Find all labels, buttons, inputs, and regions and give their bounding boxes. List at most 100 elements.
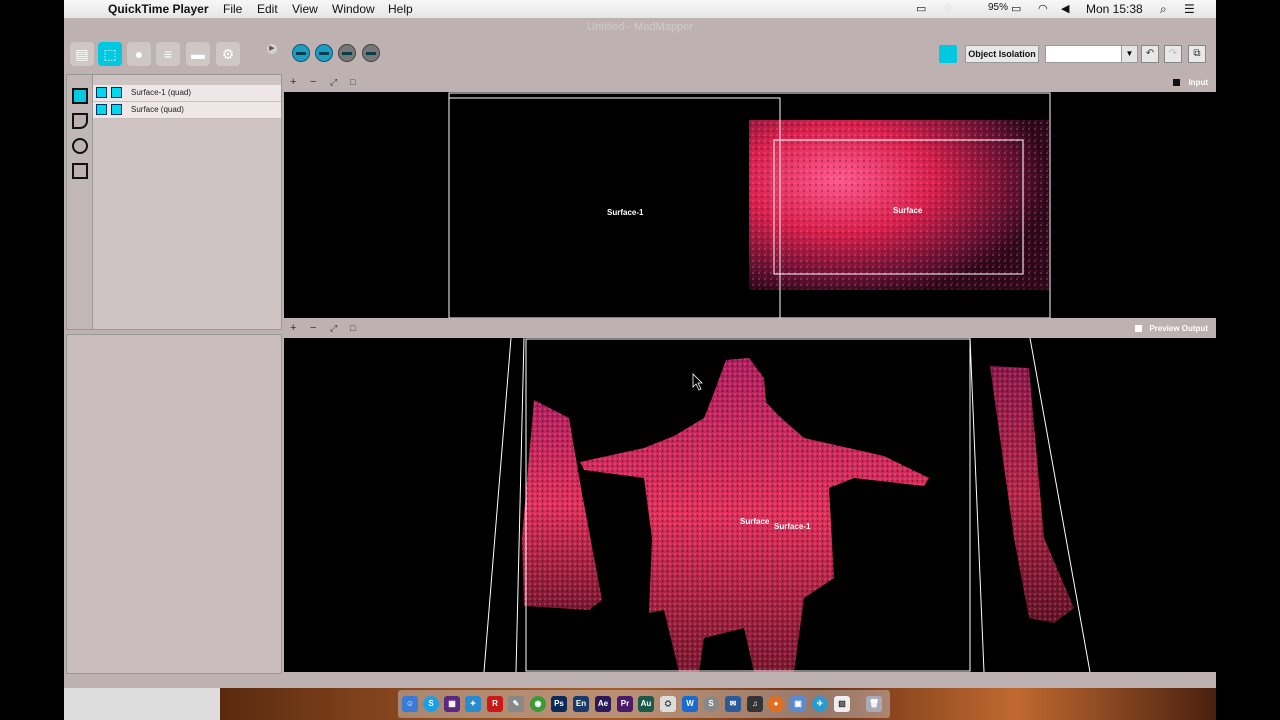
surface-output-right-inner-edge[interactable]: [969, 338, 985, 672]
clock[interactable]: Mon 15:38: [1086, 2, 1143, 16]
preview-indicator-icon: [1135, 325, 1142, 332]
chevron-down-icon[interactable]: ▼: [1121, 45, 1138, 63]
firefox-icon[interactable]: ●: [768, 696, 784, 712]
premiere-icon[interactable]: Pr: [617, 696, 633, 712]
zoom-out-button[interactable]: −: [310, 322, 316, 334]
media-tab-icon[interactable]: ▤: [70, 42, 94, 66]
menu-bar: QuickTime Player File Edit View Window H…: [64, 0, 1216, 19]
fullscreen-button[interactable]: □: [350, 77, 355, 87]
chrome-icon[interactable]: ◉: [530, 696, 546, 712]
isolation-toggle-icon[interactable]: [939, 45, 957, 63]
surface-input-label: Surface: [893, 206, 923, 215]
layer-label: Surface (quad): [131, 105, 184, 114]
menu-view[interactable]: View: [292, 2, 318, 16]
airplay-icon[interactable]: ▭: [916, 2, 926, 15]
input-label: Input: [1188, 78, 1208, 87]
settings-tab-icon[interactable]: ⚙: [216, 42, 240, 66]
left-projection-grain: [522, 400, 602, 610]
app-icon[interactable]: ⛭: [660, 696, 676, 712]
screen-left-margin: [0, 0, 64, 720]
right-projection-grain: [990, 366, 1074, 623]
zoom-in-button[interactable]: +: [290, 322, 296, 334]
spotlight-icon[interactable]: ⌕: [1160, 2, 1167, 17]
window-bottom-edge: [64, 688, 220, 720]
volume-icon[interactable]: ◀: [1061, 2, 1069, 15]
app-icon[interactable]: ✎: [508, 696, 524, 712]
figure-projection-grain: [580, 358, 929, 672]
sync-icon[interactable]: ◌: [944, 2, 951, 14]
mouse-cursor-icon: [692, 373, 703, 391]
align-top-button[interactable]: [292, 44, 310, 62]
list-item[interactable]: Surface-1 (quad): [93, 85, 281, 102]
output-panel-header: + − ⤢ □ Preview Output: [284, 320, 1216, 339]
zoom-in-button[interactable]: +: [290, 76, 296, 88]
word-icon[interactable]: W: [682, 696, 698, 712]
encore-icon[interactable]: En: [573, 696, 589, 712]
acrobat-icon[interactable]: R: [487, 696, 503, 712]
layer-list: Surface-1 (quad) Surface (quad): [92, 74, 282, 330]
app-icon[interactable]: ✦: [465, 696, 481, 712]
surface-output-left-inner-edge[interactable]: [515, 338, 525, 672]
trash-icon[interactable]: 🗑: [866, 696, 882, 712]
app-icon[interactable]: ✉: [725, 696, 741, 712]
battery-icon[interactable]: ▭: [1011, 2, 1021, 15]
app-icon[interactable]: ▣: [790, 696, 806, 712]
output-canvas: [483, 338, 1091, 672]
app-icon[interactable]: ♫: [747, 696, 763, 712]
input-media-grain: [749, 120, 1049, 290]
app-window: Untitled - MadMapper ▤ ⬚ ● ≡ ▬ ⚙ ▶ Objec…: [64, 18, 1216, 688]
audition-icon[interactable]: Au: [638, 696, 654, 712]
surfaces-tab-icon[interactable]: ⬚: [98, 42, 122, 66]
add-triangle-icon[interactable]: [72, 113, 88, 129]
output-view[interactable]: Surface Surface-1: [284, 338, 1216, 672]
rotate-button[interactable]: [362, 44, 380, 62]
app-icon[interactable]: ▧: [834, 696, 850, 712]
solo-icon[interactable]: [111, 104, 122, 115]
app-icon[interactable]: ✈: [812, 696, 828, 712]
surface-tools: [66, 74, 94, 330]
menu-file[interactable]: File: [223, 2, 242, 16]
input-indicator-icon: [1173, 79, 1180, 86]
input-panel-header: + − ⤢ □ Input: [284, 74, 1216, 93]
menu-window[interactable]: Window: [332, 2, 375, 16]
input-view[interactable]: Surface-1 Surface: [284, 92, 1216, 318]
output-tab-icon[interactable]: ▬: [186, 42, 210, 66]
add-circle-icon[interactable]: [72, 138, 88, 154]
skype-icon[interactable]: S: [423, 696, 439, 712]
toolbar: ▤ ⬚ ● ≡ ▬ ⚙ ▶: [64, 36, 1216, 74]
surface-output-left-edge[interactable]: [483, 338, 512, 672]
redo-button[interactable]: ↷: [1164, 45, 1182, 63]
app-menu[interactable]: QuickTime Player: [108, 2, 209, 16]
window-title: Untitled - MadMapper: [64, 18, 1216, 36]
collapse-arrow-icon[interactable]: ▶: [267, 44, 277, 54]
object-isolation-button[interactable]: Object Isolation: [965, 45, 1039, 63]
visibility-icon[interactable]: [96, 87, 107, 98]
fit-button[interactable]: ⤢: [330, 77, 337, 88]
solo-icon[interactable]: [111, 87, 122, 98]
list-tab-icon[interactable]: ≡: [156, 42, 180, 66]
zoom-out-button[interactable]: −: [310, 76, 316, 88]
menu-help[interactable]: Help: [388, 2, 413, 16]
surface-1-input-label: Surface-1: [607, 208, 644, 217]
menu-edit[interactable]: Edit: [257, 2, 278, 16]
align-middle-button[interactable]: [315, 44, 333, 62]
visibility-icon[interactable]: [96, 104, 107, 115]
wifi-icon[interactable]: ◠: [1038, 2, 1048, 15]
after-effects-icon[interactable]: Ae: [595, 696, 611, 712]
lightbulb-tab-icon[interactable]: ●: [127, 42, 151, 66]
app-icon[interactable]: S: [703, 696, 719, 712]
photoshop-icon[interactable]: Ps: [551, 696, 567, 712]
add-mesh-icon[interactable]: [72, 163, 88, 179]
battery-percent: 95%: [988, 2, 1009, 13]
app-icon[interactable]: ▦: [444, 696, 460, 712]
align-bottom-button[interactable]: [338, 44, 356, 62]
surface-1-output-label: Surface-1: [774, 522, 811, 531]
list-item[interactable]: Surface (quad): [93, 102, 281, 119]
notification-center-icon[interactable]: ☰: [1184, 2, 1195, 16]
fit-button[interactable]: ⤢: [330, 323, 337, 334]
undo-button[interactable]: ↶: [1141, 45, 1159, 63]
add-quad-icon[interactable]: [72, 88, 88, 104]
duplicate-button[interactable]: ⧉: [1188, 45, 1206, 63]
finder-icon[interactable]: ☺: [402, 696, 418, 712]
fullscreen-button[interactable]: □: [350, 323, 355, 333]
